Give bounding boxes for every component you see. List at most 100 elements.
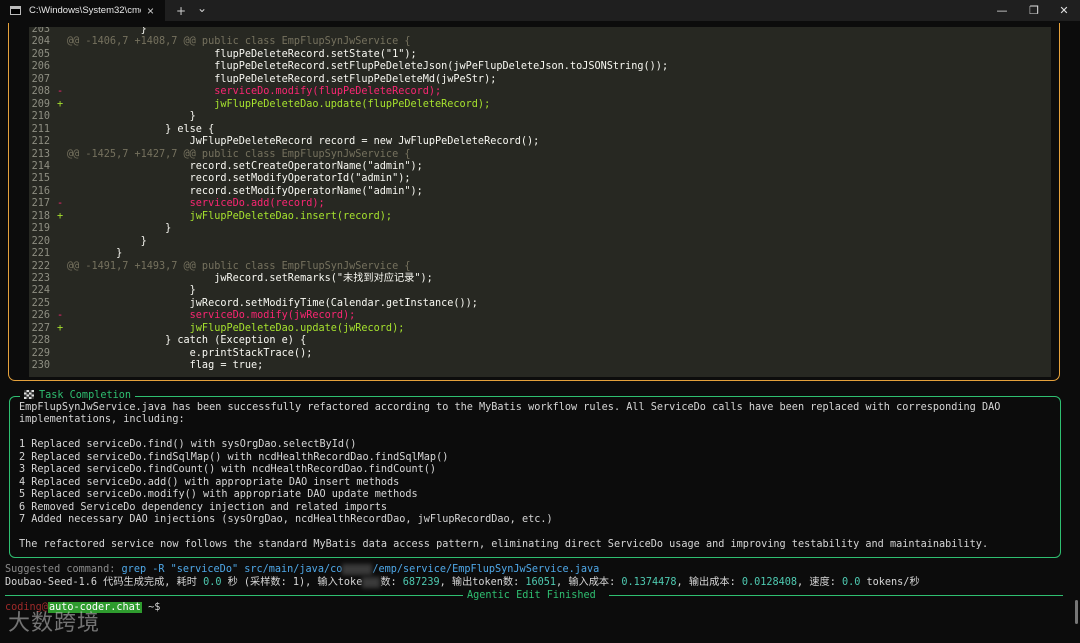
stats-line: Doubao-Seed-1.6 代码生成完成, 耗时 0.0 秒 (采样数: 1…	[5, 576, 920, 589]
diff-marker: +	[57, 98, 64, 110]
finished-label: Agentic Edit Finished	[467, 590, 596, 601]
line-number: 205	[31, 48, 50, 60]
diff-code: }	[67, 235, 147, 247]
diff-code: record.setModifyOperatorId("admin");	[67, 173, 411, 185]
stats-text-3: 数:	[380, 577, 403, 588]
diff-code: flupPeDeleteRecord.setFlupPeDeleteJson(j…	[67, 61, 669, 73]
elapsed-time: 0.0	[203, 577, 222, 588]
diff-code: jwRecord.setRemarks("未找到对应记录");	[67, 273, 433, 284]
line-number: 204	[31, 36, 50, 48]
diff-line: 226- serviceDo.modify(jwRecord);	[29, 310, 356, 323]
scrollbar[interactable]	[1075, 600, 1078, 624]
suggested-command-end[interactable]: /emp/service/EmpFlupSynJwService.java	[372, 564, 599, 575]
stats-text-1: 代码生成完成, 耗时	[97, 577, 204, 588]
diff-line: 225 jwRecord.setModifyTime(Calendar.getI…	[29, 298, 478, 311]
output-tokens: 16051	[525, 577, 557, 588]
diff-code: }	[67, 285, 196, 297]
close-tab-icon[interactable]: ×	[147, 4, 154, 18]
line-number: 209	[31, 98, 50, 110]
task-completion-header: Task Completion	[20, 389, 136, 403]
diff-line: 209 + jwFlupPeDeleteDao.update(flupPeDele…	[29, 98, 491, 112]
diff-code: } catch (Exception e) {	[67, 335, 307, 347]
stats-text-5: , 输入成本:	[556, 577, 622, 588]
suggested-command-start[interactable]: grep -R "serviceDo" src/main/java/co	[122, 564, 343, 575]
diff-code: flag = true;	[67, 360, 264, 372]
tab-dropdown-button[interactable]: ⌄	[194, 0, 210, 18]
diff-line: 210 }	[29, 111, 196, 124]
line-number: 210	[31, 111, 50, 123]
separator-line-left	[5, 595, 463, 596]
diff-code: }	[67, 223, 172, 235]
diff-line: 217- serviceDo.add(record);	[29, 198, 325, 211]
diff-line: 224 }	[29, 285, 196, 298]
diff-line: 205 flupPeDeleteRecord.setState("1");	[29, 49, 417, 62]
diff-code: }	[67, 248, 123, 260]
line-number: 230	[31, 360, 50, 372]
new-tab-button[interactable]: +	[172, 0, 190, 21]
line-number: 224	[31, 285, 50, 297]
diff-code: record.setModifyOperatorName("admin");	[67, 185, 423, 197]
terminal-tab[interactable]: C:\Windows\System32\cmd.exe ×	[0, 0, 165, 21]
diff-line: 207 flupPeDeleteRecord.setFlupPeDeleteMd…	[29, 73, 497, 87]
line-number: 215	[31, 173, 50, 185]
line-number: 229	[31, 347, 50, 359]
diff-line: 212 JwFlupPeDeleteRecord record = new Jw…	[29, 136, 540, 149]
diff-marker: -	[57, 198, 64, 210]
diff-line: 222 @@ -1491,7 +1493,7 @@ public class Em…	[29, 260, 411, 274]
diff-line: 216 record.setModifyOperatorName("admin"…	[29, 186, 423, 199]
diff-line: 208- serviceDo.modify(flupPeDeleteRecord…	[29, 86, 442, 99]
task-text-line: 3 Replaced serviceDo.findCount() with nc…	[19, 464, 437, 476]
diff-code: record.setCreateOperatorName("admin");	[67, 160, 423, 172]
diff-line: 230 flag = true;	[29, 360, 264, 373]
diff-code: JwFlupPeDeleteRecord record = new JwFlup…	[67, 136, 540, 148]
suggested-command-line: Suggested command: grep -R "serviceDo" s…	[5, 563, 599, 576]
close-window-button[interactable]: ✕	[1046, 0, 1080, 21]
input-tokens: 687239	[402, 577, 440, 588]
diff-code: }	[67, 111, 196, 123]
diff-code: jwRecord.setModifyTime(Calendar.getInsta…	[67, 297, 478, 309]
line-number: 222	[31, 260, 50, 272]
line-number: 208	[31, 86, 50, 98]
diff-code: serviceDo.modify(flupPeDeleteRecord);	[67, 86, 442, 98]
line-number: 216	[31, 185, 50, 197]
diff-view: 203 } 204 @@ -1406,7 +1408,7 @@ public cla…	[29, 27, 1051, 377]
line-number: 220	[31, 235, 50, 247]
line-number: 211	[31, 123, 50, 135]
stats-text-8: tokens/秒	[860, 577, 920, 588]
task-text-line: 4 Replaced serviceDo.add() with appropri…	[19, 476, 400, 488]
task-text-line: The refactored service now follows the s…	[19, 538, 989, 550]
line-number: 227	[31, 322, 50, 334]
diff-code: e.printStackTrace();	[67, 347, 313, 359]
diff-line: 220 }	[29, 236, 147, 249]
diff-marker: +	[57, 210, 64, 222]
task-completion-title: Task Completion	[39, 390, 132, 401]
line-number: 207	[31, 73, 50, 85]
diff-code: jwFlupPeDeleteDao.insert(record);	[67, 210, 393, 222]
task-text-line: 5 Replaced serviceDo.modify() with appro…	[19, 489, 418, 501]
line-number: 217	[31, 198, 50, 210]
task-text-line: 6 Removed ServiceDo dependency injection…	[19, 501, 388, 513]
diff-marker: -	[57, 310, 64, 322]
diff-line: 227 + jwFlupPeDeleteDao.update(jwRecord);	[29, 322, 405, 336]
diff-code: jwFlupPeDeleteDao.update(flupPeDeleteRec…	[67, 98, 491, 110]
diff-line: 221 }	[29, 248, 123, 261]
redacted-region	[342, 563, 373, 575]
input-cost: 0.1374478	[621, 577, 677, 588]
task-text-line: 7 Added necessary DAO injections (sysOrg…	[19, 514, 553, 526]
line-number: 203	[31, 27, 50, 35]
finished-separator: Agentic Edit Finished	[0, 589, 1080, 603]
diff-code: @@ -1406,7 +1408,7 @@ public class EmpFl…	[67, 36, 411, 48]
line-number: 228	[31, 335, 50, 347]
diff-code: @@ -1425,7 +1427,7 @@ public class EmpFl…	[67, 148, 411, 160]
diff-marker: +	[57, 322, 64, 334]
stats-text-6: , 输出成本:	[676, 577, 742, 588]
separator-line-right	[609, 595, 1063, 596]
diff-line: 213 @@ -1425,7 +1427,7 @@ public class Em…	[29, 148, 411, 162]
diff-code: serviceDo.add(record);	[67, 198, 325, 210]
minimize-button[interactable]: —	[984, 0, 1020, 21]
line-number: 212	[31, 136, 50, 148]
model-name: Doubao-Seed-1.6	[5, 577, 98, 588]
line-number: 221	[31, 248, 50, 260]
diff-code: jwFlupPeDeleteDao.update(jwRecord);	[67, 322, 405, 334]
line-number: 225	[31, 297, 50, 309]
